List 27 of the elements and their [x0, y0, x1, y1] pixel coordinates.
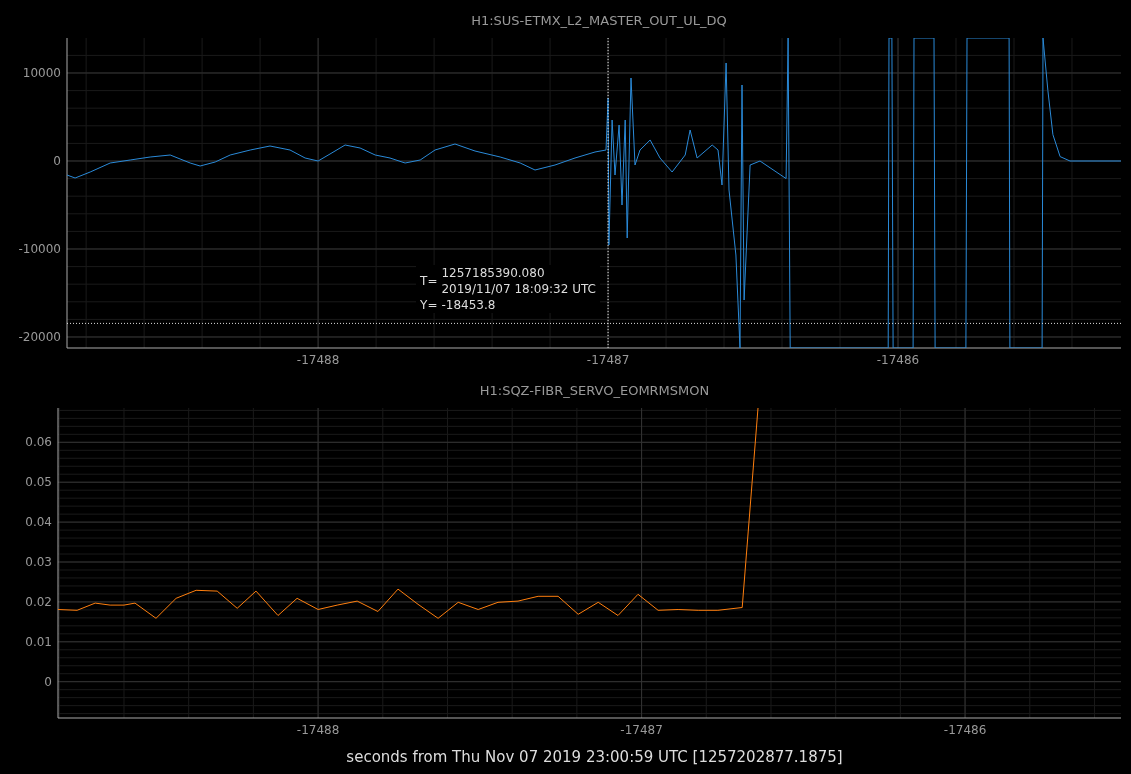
tick-label: 0.01 — [25, 634, 52, 649]
cursor-label: Y= — [420, 297, 438, 314]
tick-label: 0.06 — [25, 435, 52, 450]
tick-label: -20000 — [18, 330, 61, 344]
cursor-time: 1257185390.080 — [441, 265, 546, 282]
cursor-date: 2019/11/07 18:09:32 UTC — [441, 281, 596, 298]
tick-label: -17487 — [586, 353, 630, 367]
tick-label: 0 — [53, 154, 61, 168]
cursor-value: -18453.8 — [441, 297, 497, 314]
plot-title: H1:SQZ-FIBR_SERVO_EOMRMSMON — [479, 382, 710, 400]
tick-label: -17486 — [876, 353, 920, 367]
tick-label: -17487 — [620, 723, 663, 737]
cursor-label: T= — [420, 273, 438, 290]
tick-label: 0.03 — [25, 555, 52, 569]
tick-label: -10000 — [18, 242, 61, 256]
tick-label: 0.05 — [25, 475, 52, 490]
tick-label: 0.02 — [25, 594, 52, 609]
tick-label: -17486 — [943, 723, 987, 737]
tick-label: -17488 — [296, 353, 340, 367]
cursor-line[interactable] — [607, 37, 609, 349]
cursor-line[interactable] — [66, 322, 1122, 324]
tick-label: -17488 — [296, 723, 340, 737]
tick-label: 0 — [44, 674, 52, 689]
tick-label: 10000 — [22, 66, 61, 80]
x-axis-label: seconds from Thu Nov 07 2019 23:00:59 UTC [1257202877.1875] — [346, 746, 843, 768]
tick-label: 0.04 — [25, 515, 52, 530]
plot-title: H1:SUS-ETMX_L2_MASTER_OUT_UL_DQ — [471, 12, 727, 30]
